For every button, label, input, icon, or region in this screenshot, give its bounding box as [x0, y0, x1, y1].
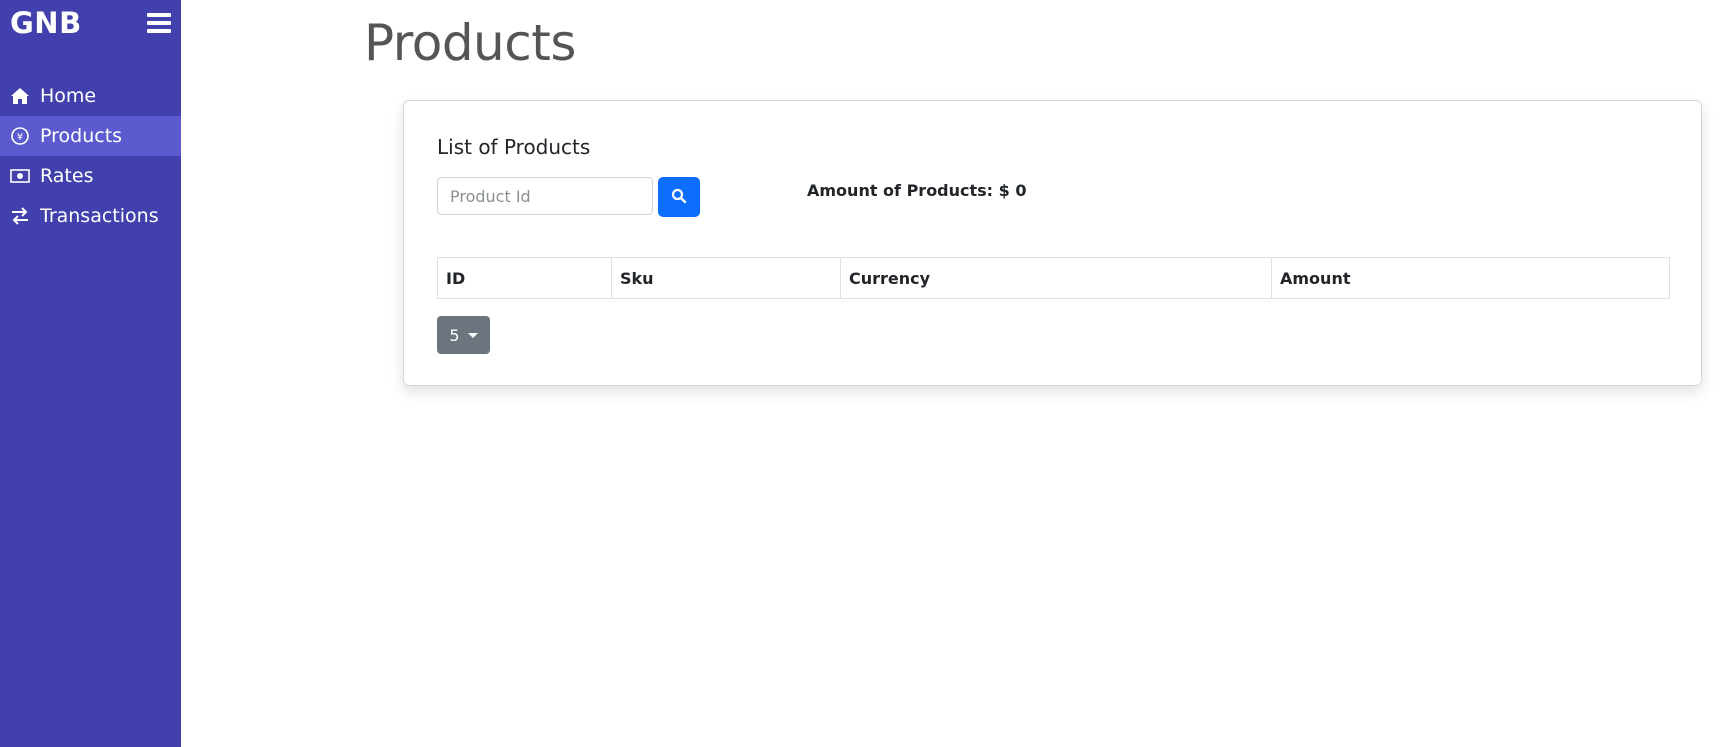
menu-toggle-icon[interactable]: [147, 13, 171, 35]
sidebar-item-label: Products: [40, 125, 123, 147]
search-icon: [671, 188, 687, 207]
sidebar-item-transactions[interactable]: Transactions: [0, 196, 181, 236]
table-header-row: ID Sku Currency Amount: [437, 257, 1670, 299]
svg-text:¥: ¥: [17, 132, 23, 143]
banknote-icon: [10, 166, 30, 186]
amount-of-products: Amount of Products: $ 0: [807, 181, 1027, 200]
column-header-amount[interactable]: Amount: [1271, 257, 1670, 299]
caret-down-icon: [467, 332, 478, 338]
column-header-id[interactable]: ID: [437, 257, 612, 299]
page-size-value: 5: [449, 325, 460, 345]
currency-exchange-icon: ¥: [10, 126, 30, 146]
sidebar-item-rates[interactable]: Rates: [0, 156, 181, 196]
sidebar: GNB Home ¥ Products Rates Transactions: [0, 0, 181, 747]
sidebar-item-label: Rates: [40, 165, 94, 187]
products-card: List of Products Amount of Products: $ 0…: [403, 100, 1702, 386]
page-size-dropdown[interactable]: 5: [437, 316, 490, 354]
sidebar-item-label: Transactions: [40, 205, 159, 227]
sidebar-item-label: Home: [40, 85, 97, 107]
products-table: ID Sku Currency Amount: [437, 257, 1670, 299]
sidebar-item-home[interactable]: Home: [0, 76, 181, 116]
page-title: Products: [364, 14, 576, 72]
search-button[interactable]: [658, 177, 700, 217]
home-icon: [10, 86, 30, 106]
column-header-currency[interactable]: Currency: [840, 257, 1272, 299]
card-title: List of Products: [437, 135, 591, 159]
sidebar-item-products[interactable]: ¥ Products: [0, 116, 181, 156]
brand-logo[interactable]: GNB: [10, 6, 82, 40]
sidebar-nav: Home ¥ Products Rates Transactions: [0, 76, 181, 236]
column-header-sku[interactable]: Sku: [611, 257, 841, 299]
product-id-input[interactable]: [437, 177, 653, 215]
arrows-exchange-icon: [10, 206, 30, 226]
